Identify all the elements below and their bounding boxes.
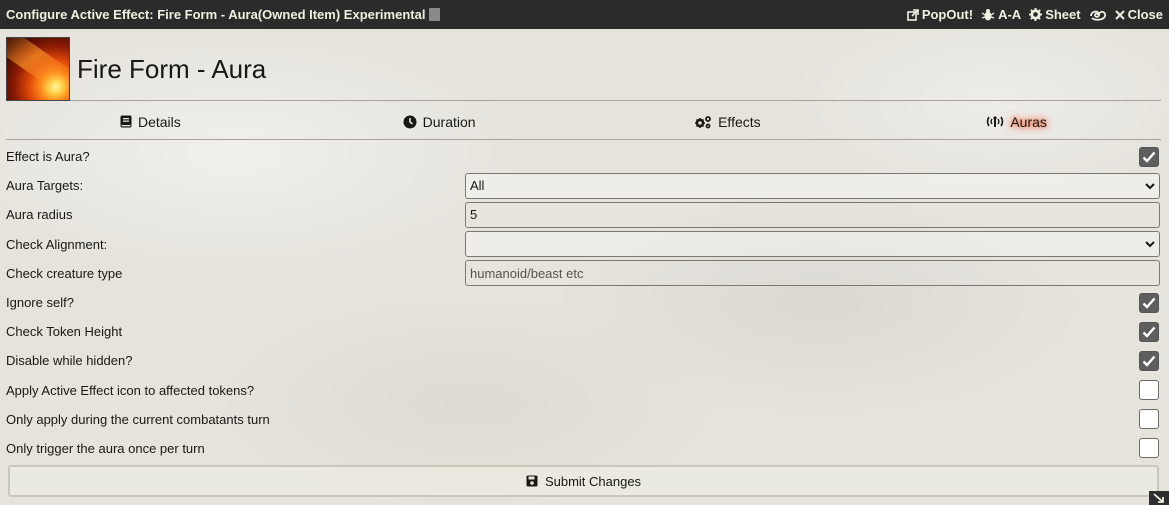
effect-header: Fire Form - Aura [6,36,1161,101]
bug-icon [981,8,995,20]
document-icon [429,8,441,21]
aura-radius-input[interactable]: 5 [465,201,1160,228]
broadcast-tower-icon [987,116,1004,127]
clock-icon [403,115,417,128]
sheet-label: Sheet [1045,7,1081,22]
chevron-down-icon [1145,183,1155,190]
only-current-turn-checkbox[interactable] [1139,409,1159,430]
aura-targets-select[interactable]: All [465,172,1160,199]
tab-duration-label: Duration [422,113,476,130]
close-label: Close [1127,7,1163,22]
close-button[interactable]: Close [1114,7,1163,22]
tab-auras-label: Auras [1010,113,1047,130]
disable-while-hidden-checkbox[interactable] [1139,350,1159,371]
trigger-once-checkbox[interactable] [1139,438,1159,459]
external-link-icon [907,8,919,21]
row-only-current-turn: Only apply during the current combatants… [6,405,1159,434]
popout-label: PopOut! [921,7,974,22]
checkmark-icon [1142,355,1156,367]
resize-handle[interactable] [1149,491,1169,505]
row-disable-while-hidden: Disable while hidden? [6,346,1159,375]
aura-radius-value: 5 [470,207,478,223]
row-check-alignment: Check Alignment: [6,230,1160,259]
effect-is-aura-label: Effect is Aura? [6,149,90,165]
row-trigger-once: Only trigger the aura once per turn [6,434,1159,463]
tab-effects-label: Effects [718,113,761,130]
apply-icon-checkbox[interactable] [1139,380,1159,401]
aura-settings-form: Effect is Aura? Aura Targets: All Aura r… [6,142,1160,463]
chevron-down-icon [1145,241,1155,248]
check-token-height-checkbox[interactable] [1139,321,1159,342]
swirl-icon [1089,10,1106,21]
aa-button[interactable]: A-A [981,7,1021,22]
checkmark-icon [1142,326,1156,338]
window-titlebar[interactable]: Configure Active Effect: Fire Form - Aur… [0,0,1169,29]
row-check-token-height: Check Token Height [6,317,1159,346]
aa-label: A-A [998,7,1022,22]
gear-icon [1029,8,1043,21]
submit-changes-label: Submit Changes [544,473,642,489]
tab-auras[interactable]: Auras [872,104,1161,139]
ignore-self-checkbox[interactable] [1139,292,1159,313]
trigger-once-label: Only trigger the aura once per turn [6,440,205,456]
tab-details[interactable]: Details [6,104,295,139]
aura-targets-value: All [470,178,485,194]
submit-changes-button[interactable]: Submit Changes [8,465,1159,497]
check-creature-type-placeholder: humanoid/beast etc [470,265,584,281]
tab-effects[interactable]: Effects [584,104,873,139]
close-icon [1114,9,1125,20]
book-icon [120,115,132,128]
sheet-tabs: Details Duration Effects Auras [6,104,1161,140]
popout-button[interactable]: PopOut! [907,7,973,22]
check-alignment-label: Check Alignment: [6,236,108,252]
tab-duration[interactable]: Duration [295,104,584,139]
row-effect-is-aura: Effect is Aura? [6,142,1159,171]
save-icon [526,475,538,487]
tab-details-label: Details [137,113,181,130]
effect-is-aura-checkbox[interactable] [1139,146,1159,167]
active-effect-config-window: Configure Active Effect: Fire Form - Aur… [0,0,1169,505]
window-controls: PopOut! A-A Sheet Close [907,7,1163,22]
ignore-self-label: Ignore self? [6,295,74,311]
disable-while-hidden-label: Disable while hidden? [6,353,133,369]
sheet-button[interactable]: Sheet [1029,7,1081,22]
aura-radius-label: Aura radius [6,207,73,223]
window-title: Configure Active Effect: Fire Form - Aur… [6,7,907,22]
effect-name[interactable]: Fire Form - Aura [77,37,266,101]
swirl-button[interactable] [1089,8,1107,22]
check-creature-type-input[interactable]: humanoid/beast etc [465,260,1160,287]
cogs-icon [695,115,711,128]
check-token-height-label: Check Token Height [6,324,123,340]
apply-icon-label: Apply Active Effect icon to affected tok… [6,382,255,398]
row-check-creature-type: Check creature type humanoid/beast etc [6,259,1160,288]
checkmark-icon [1142,151,1156,163]
check-alignment-select[interactable] [465,231,1160,258]
row-aura-radius: Aura radius 5 [6,200,1160,229]
window-title-text: Configure Active Effect: Fire Form - Aur… [6,7,426,22]
effect-icon-image[interactable] [6,36,70,101]
row-ignore-self: Ignore self? [6,288,1159,317]
check-creature-type-label: Check creature type [6,265,123,281]
resize-arrow-icon [1153,493,1164,503]
row-apply-icon: Apply Active Effect icon to affected tok… [6,376,1159,405]
only-current-turn-label: Only apply during the current combatants… [6,411,270,427]
aura-targets-label: Aura Targets: [6,178,84,194]
row-aura-targets: Aura Targets: All [6,171,1160,200]
checkmark-icon [1142,297,1156,309]
